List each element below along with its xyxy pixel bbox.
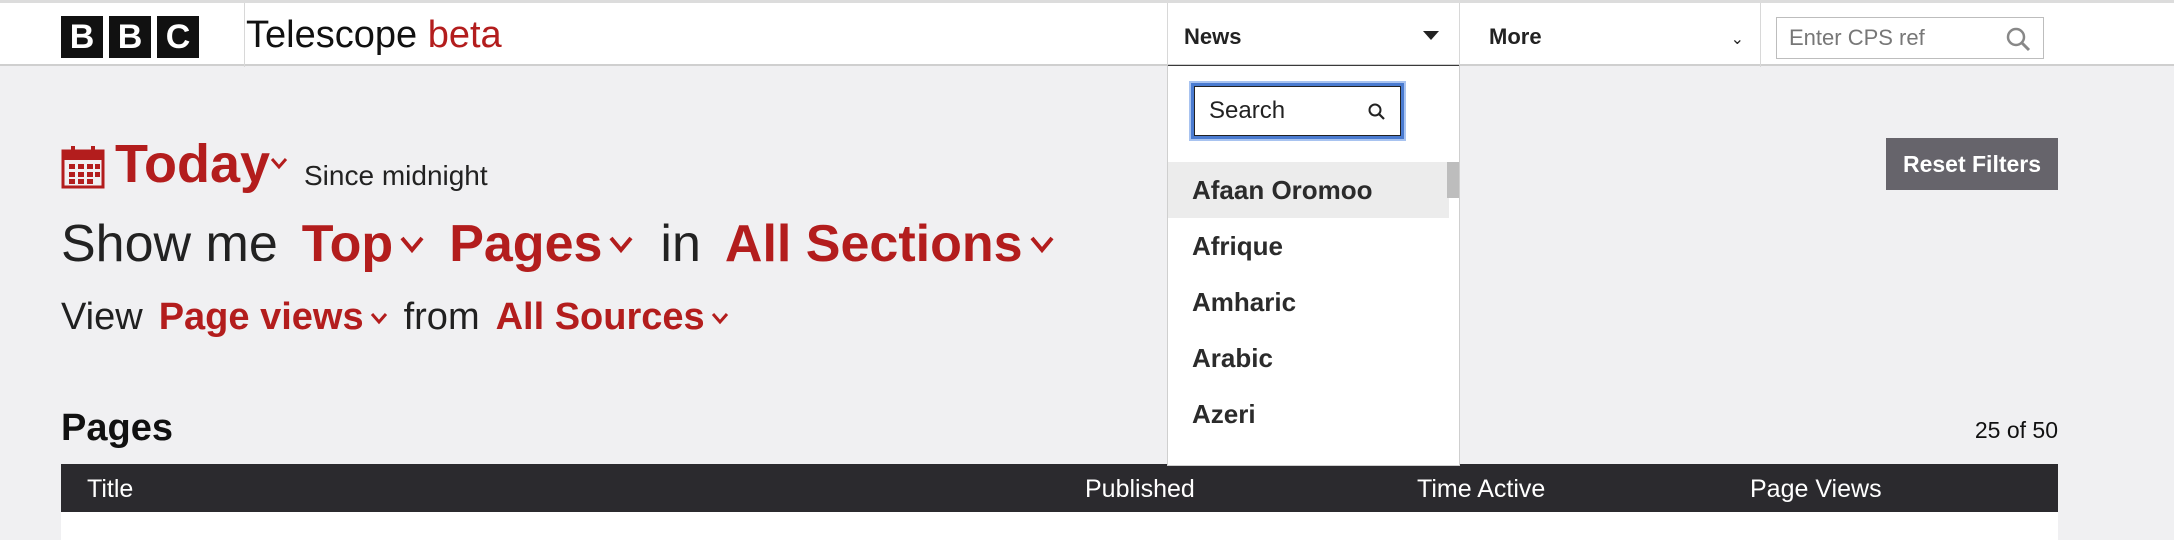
caret-down-icon [1423, 31, 1439, 40]
view-label: View [61, 296, 143, 338]
section-select[interactable]: All Sections [725, 214, 1055, 274]
chevron-down-icon [711, 312, 728, 324]
app-title-text: Telescope [246, 14, 418, 56]
period-select[interactable]: Today [115, 133, 270, 195]
content-value: Pages [449, 215, 603, 273]
cps-search-box [1776, 17, 2044, 59]
divider [244, 3, 245, 67]
metric-select[interactable]: Page views [159, 296, 388, 339]
section-value: All Sections [724, 215, 1023, 273]
chevron-down-icon [609, 236, 633, 254]
dropdown-item[interactable]: Afaan Oromoo [1168, 162, 1449, 218]
column-header-title[interactable]: Title [87, 475, 133, 504]
top-bar: B B C Telescope beta News More ⌄ [0, 0, 2174, 69]
period-note: Since midnight [304, 160, 488, 191]
column-header-page-views[interactable]: Page Views [1750, 475, 1882, 504]
nav-news-label: News [1184, 24, 1242, 49]
logo-block: B [61, 16, 103, 58]
table-header: Title Published Time Active Page Views [61, 464, 2058, 512]
rank-value: Top [301, 215, 394, 273]
dropdown-item[interactable]: Arabic [1168, 330, 1449, 386]
nav-news-dropdown[interactable]: News [1167, 3, 1460, 69]
logo-block: C [157, 16, 199, 58]
table-body [61, 512, 2058, 540]
dropdown-item[interactable]: Afrique [1168, 218, 1449, 274]
dropdown-item[interactable]: Azeri [1168, 386, 1449, 442]
from-label: from [403, 296, 480, 338]
calendar-icon [61, 145, 105, 194]
scrollbar-thumb[interactable] [1447, 162, 1459, 198]
nav-more-label: More [1489, 24, 1542, 49]
source-value: All Sources [495, 296, 705, 338]
show-me-label: Show me [61, 215, 278, 273]
chevron-down-icon[interactable] [270, 156, 288, 175]
rank-select[interactable]: Top [302, 214, 425, 274]
nav-more-dropdown[interactable]: More ⌄ [1461, 3, 1761, 67]
column-header-published[interactable]: Published [1085, 475, 1195, 504]
dropdown-list: Afaan Oromoo Afrique Amharic Arabic Azer… [1168, 162, 1449, 442]
content-select[interactable]: Pages [449, 214, 634, 274]
source-select[interactable]: All Sources [496, 296, 729, 339]
search-icon[interactable] [1367, 102, 1387, 127]
chevron-down-icon [1030, 236, 1054, 254]
in-label: in [660, 215, 701, 273]
show-me-row: Show me Top Pages in All Sections [61, 214, 1055, 274]
results-count: 25 of 50 [1974, 417, 2058, 443]
chevron-down-icon [370, 312, 387, 324]
cps-ref-input[interactable] [1777, 18, 1997, 58]
dropdown-item[interactable]: Amharic [1168, 274, 1449, 330]
logo-block: B [109, 16, 151, 58]
chevron-down-icon: ⌄ [1730, 31, 1744, 48]
view-row: View Page views from All Sources [61, 296, 729, 339]
reset-filters-button[interactable]: Reset Filters [1886, 138, 2058, 190]
bbc-logo[interactable]: B B C [61, 16, 199, 58]
dropdown-search-box [1191, 83, 1404, 139]
app-badge: beta [427, 14, 502, 56]
column-header-time-active[interactable]: Time Active [1417, 475, 1545, 504]
metric-value: Page views [158, 296, 364, 338]
chevron-down-icon [400, 236, 424, 254]
news-dropdown-panel: Afaan Oromoo Afrique Amharic Arabic Azer… [1167, 66, 1460, 466]
results-heading: Pages [61, 407, 173, 449]
app-title[interactable]: Telescope beta [246, 13, 502, 57]
search-icon[interactable] [2005, 26, 2031, 57]
